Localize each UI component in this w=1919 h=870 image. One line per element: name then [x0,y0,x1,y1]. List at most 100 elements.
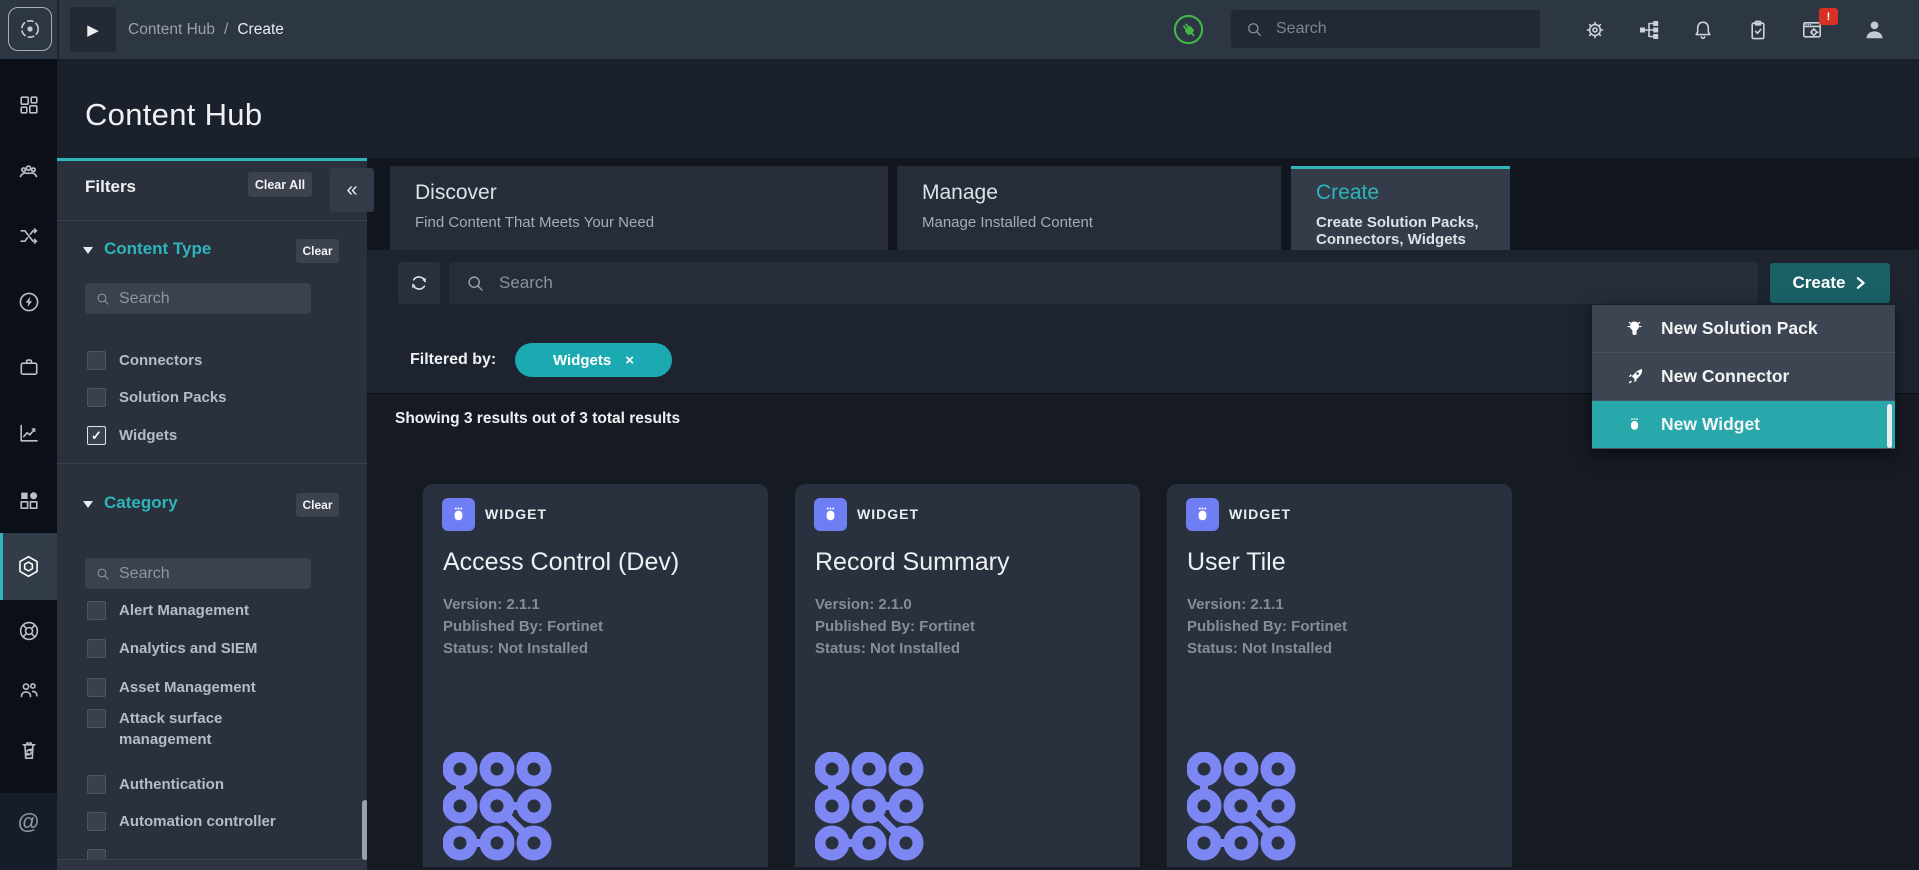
breadcrumb-parent[interactable]: Content Hub [128,21,215,39]
scrollbar-thumb[interactable] [1887,404,1892,448]
settings-gear-icon[interactable] [1573,0,1617,59]
clear-section-button[interactable]: Clear [296,493,339,517]
section-label[interactable]: Content Type [104,239,211,259]
check-icon: ✓ [91,427,102,443]
clear-section-button[interactable]: Clear [296,239,339,263]
menu-item-new-widget[interactable]: New Widget [1592,401,1895,449]
checkbox[interactable] [87,709,106,728]
at-icon: @ [17,809,40,834]
card-publisher: Published By: Fortinet [1187,618,1348,635]
checkbox-asset-management[interactable]: Asset Management [87,678,256,699]
nav-help-ring-icon[interactable] [0,611,57,651]
divider [57,220,367,221]
lightbulb-icon [1622,318,1646,339]
widget-pattern-decoration [1187,752,1296,861]
checkbox-authentication[interactable]: Authentication [87,775,224,796]
nav-shuffle-icon[interactable] [0,216,57,256]
checkbox[interactable] [87,388,106,407]
tab-strip: Discover Find Content That Meets Your Ne… [367,158,1919,250]
filter-chip-widgets[interactable]: Widgets × [515,343,672,377]
page-header: Content Hub [57,59,1919,158]
nav-content-hub-icon[interactable] [0,546,57,586]
widget-card-access-control[interactable]: WIDGET Access Control (Dev) Version: 2.1… [423,484,768,867]
menu-item-new-connector[interactable]: New Connector [1592,353,1895,401]
card-status: Status: Not Installed [1187,640,1333,657]
alert-badge: ! [1819,8,1838,25]
card-version: Version: 2.1.1 [443,596,540,613]
checkbox-alert-management[interactable]: Alert Management [87,601,249,622]
search-icon [1245,20,1264,39]
hierarchy-sitemap-icon[interactable] [1627,0,1671,59]
nav-users-icon[interactable] [0,670,57,710]
card-version: Version: 2.1.1 [1187,596,1284,613]
nav-teams-icon[interactable] [0,151,57,191]
widget-card-record-summary[interactable]: WIDGET Record Summary Version: 2.1.0 Pub… [795,484,1140,867]
checkbox-attack-surface[interactable]: Attack surface management [87,709,294,751]
nav-dashboard-icon[interactable] [0,85,57,125]
tab-create[interactable]: Create Create Solution Packs, Connectors… [1291,166,1510,250]
breadcrumb-separator: / [224,20,229,38]
menu-item-new-solution-pack[interactable]: New Solution Pack [1592,305,1895,353]
divider [57,463,367,464]
search-icon [95,291,111,307]
tab-discover[interactable]: Discover Find Content That Meets Your Ne… [390,166,888,250]
chevron-down-icon[interactable] [83,501,93,508]
widget-icon [814,498,847,531]
global-search-input[interactable] [1276,20,1506,38]
nav-recycle-bin-icon[interactable] [0,730,57,770]
chevron-right-icon [1857,277,1866,289]
nav-widget-library-icon[interactable] [0,480,57,520]
checkbox-analytics-siem[interactable]: Analytics and SIEM [87,639,257,660]
nav-reports-chart-icon[interactable] [0,413,57,453]
system-health-icon[interactable]: ! [1790,0,1838,59]
filtered-by-label: Filtered by: [410,351,497,368]
tasks-clipboard-icon[interactable] [1736,0,1780,59]
remove-filter-icon[interactable]: × [625,352,634,369]
clear-all-button[interactable]: Clear All [248,172,312,197]
category-search [85,558,311,589]
user-avatar-icon[interactable] [1852,0,1896,59]
checkbox-solution-packs[interactable]: Solution Packs [87,388,227,409]
play-icon: ▶ [87,21,99,39]
widget-icon [1186,498,1219,531]
expand-play-button[interactable]: ▶ [70,7,116,52]
card-status: Status: Not Installed [815,640,961,657]
notifications-bell-icon[interactable] [1681,0,1725,59]
filters-title: Filters [85,177,137,196]
widget-card-user-tile[interactable]: WIDGET User Tile Version: 2.1.1 Publishe… [1167,484,1512,867]
checkbox[interactable] [87,775,106,794]
checkbox-widgets[interactable]: ✓ Widgets [87,426,177,447]
breadcrumb-current: Create [237,20,284,38]
checkbox[interactable] [87,351,106,370]
refresh-button[interactable] [398,262,440,304]
checkbox[interactable] [87,812,106,831]
page-title: Content Hub [85,97,263,132]
connected-plug-icon[interactable] [1172,13,1205,46]
checkbox-automation-controller[interactable]: Automation controller [87,812,276,833]
collapse-panel-button[interactable]: « [330,168,374,212]
chevron-down-icon[interactable] [83,247,93,254]
search-icon [465,273,486,294]
checkbox-connectors[interactable]: Connectors [87,351,202,372]
nav-briefcase-icon[interactable] [0,347,57,387]
category-search-input[interactable] [119,564,294,583]
topbar-divider [57,0,59,59]
tab-manage[interactable]: Manage Manage Installed Content [897,166,1281,250]
checkbox[interactable] [87,678,106,697]
checkbox-checked[interactable]: ✓ [87,426,106,445]
checkbox[interactable] [87,601,106,620]
content-type-search-input[interactable] [119,289,294,308]
results-area: Showing 3 results out of 3 total results… [367,393,1919,867]
nav-automation-bolt-icon[interactable] [0,282,57,322]
panel-section-edge [57,859,367,870]
fortisoar-logo-icon[interactable] [8,7,52,51]
create-button[interactable]: Create [1770,263,1890,303]
section-label[interactable]: Category [104,493,178,513]
content-search-input[interactable] [499,273,1699,293]
card-status: Status: Not Installed [443,640,589,657]
nav-mention-icon[interactable]: @ [0,802,57,842]
top-bar: ▶ Content Hub / Create Search ! [0,0,1919,59]
section-content-type: Content Type Clear [57,223,367,279]
widget-pattern-decoration [815,752,924,861]
checkbox[interactable] [87,639,106,658]
